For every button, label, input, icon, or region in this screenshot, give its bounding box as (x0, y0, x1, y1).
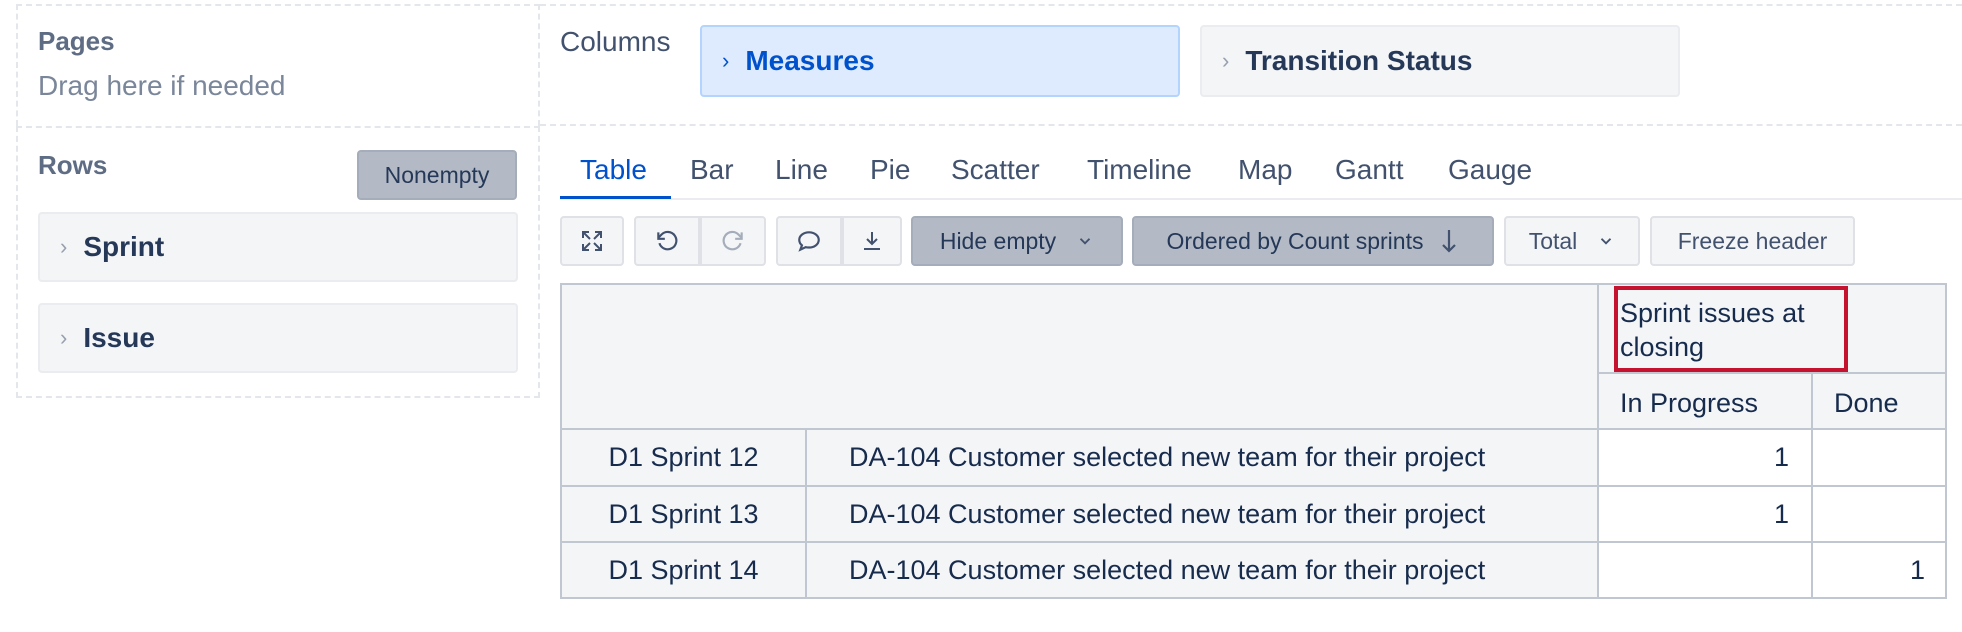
order-by-dropdown[interactable]: Ordered by Count sprints (1132, 216, 1494, 266)
highlight-box (1614, 286, 1848, 372)
expand-icon (582, 231, 602, 251)
divider (1597, 372, 1945, 374)
order-by-label: Ordered by Count sprints (1166, 227, 1424, 254)
chevron-right-icon: › (60, 325, 68, 350)
tab-timeline[interactable]: Timeline (1087, 154, 1192, 186)
table-cell-done[interactable] (1813, 487, 1945, 541)
comment-icon (798, 231, 820, 252)
undo-button[interactable] (634, 216, 700, 266)
redo-icon (722, 230, 743, 251)
pages-panel[interactable]: Pages Drag here if needed (16, 4, 540, 126)
export-button[interactable] (842, 216, 902, 266)
column-header-done[interactable]: Done (1834, 388, 1899, 419)
table-cell-in-progress[interactable]: 1 (1599, 430, 1811, 485)
row-header-issue[interactable]: DA-104 Customer selected new team for th… (807, 430, 1597, 485)
tab-pie[interactable]: Pie (870, 154, 910, 186)
pages-title: Pages (38, 26, 115, 56)
row-header-sprint[interactable]: D1 Sprint 14 (562, 543, 805, 597)
table-cell-done[interactable] (1813, 430, 1945, 485)
row-header-issue[interactable]: DA-104 Customer selected new team for th… (807, 487, 1597, 541)
chevron-right-icon: › (60, 234, 68, 259)
column-dimension-measures[interactable]: › Measures (700, 25, 1180, 97)
freeze-header-button[interactable]: Freeze header (1650, 216, 1855, 266)
download-icon (864, 232, 880, 250)
tab-table[interactable]: Table (580, 154, 647, 186)
rows-title: Rows (38, 150, 108, 180)
tab-bar[interactable]: Bar (690, 154, 734, 186)
hide-empty-label: Hide empty (939, 227, 1057, 254)
tab-map[interactable]: Map (1238, 154, 1292, 186)
active-tab-indicator (560, 196, 671, 199)
tab-gauge[interactable]: Gauge (1448, 154, 1532, 186)
row-dimension-label: Issue (83, 322, 155, 353)
total-label: Total (1528, 227, 1578, 254)
tab-gantt[interactable]: Gantt (1335, 154, 1403, 186)
fullscreen-button[interactable] (560, 216, 624, 266)
row-header-sprint[interactable]: D1 Sprint 13 (562, 487, 805, 541)
hide-empty-dropdown[interactable]: Hide empty (911, 216, 1123, 266)
chevron-down-icon (1601, 238, 1612, 245)
redo-button[interactable] (700, 216, 766, 266)
total-dropdown[interactable]: Total (1504, 216, 1640, 266)
tab-scatter[interactable]: Scatter (951, 154, 1040, 186)
row-dimension-sprint[interactable]: › Sprint (38, 212, 518, 282)
pages-drop-hint: Drag here if needed (38, 70, 286, 101)
chevron-right-icon: › (722, 48, 730, 73)
table-cell-done[interactable]: 1 (1813, 543, 1945, 597)
comment-button[interactable] (776, 216, 842, 266)
column-dimension-label: Transition Status (1245, 45, 1473, 76)
chevron-down-icon (1079, 238, 1091, 245)
column-header-in-progress[interactable]: In Progress (1620, 388, 1758, 419)
row-header-issue[interactable]: DA-104 Customer selected new team for th… (807, 543, 1597, 597)
tab-line[interactable]: Line (775, 154, 828, 186)
row-dimension-issue[interactable]: › Issue (38, 303, 518, 373)
arrow-down-icon (1442, 230, 1457, 253)
row-dimension-label: Sprint (83, 231, 165, 262)
columns-title: Columns (560, 26, 671, 57)
column-dimension-transition-status[interactable]: › Transition Status (1200, 25, 1680, 97)
chevron-right-icon: › (1222, 48, 1230, 73)
row-header-sprint[interactable]: D1 Sprint 12 (562, 430, 805, 485)
table-cell-in-progress[interactable] (1599, 543, 1811, 597)
undo-icon (657, 230, 678, 251)
table-cell-in-progress[interactable]: 1 (1599, 487, 1811, 541)
nonempty-button[interactable]: Nonempty (357, 150, 517, 200)
column-dimension-label: Measures (745, 45, 875, 76)
